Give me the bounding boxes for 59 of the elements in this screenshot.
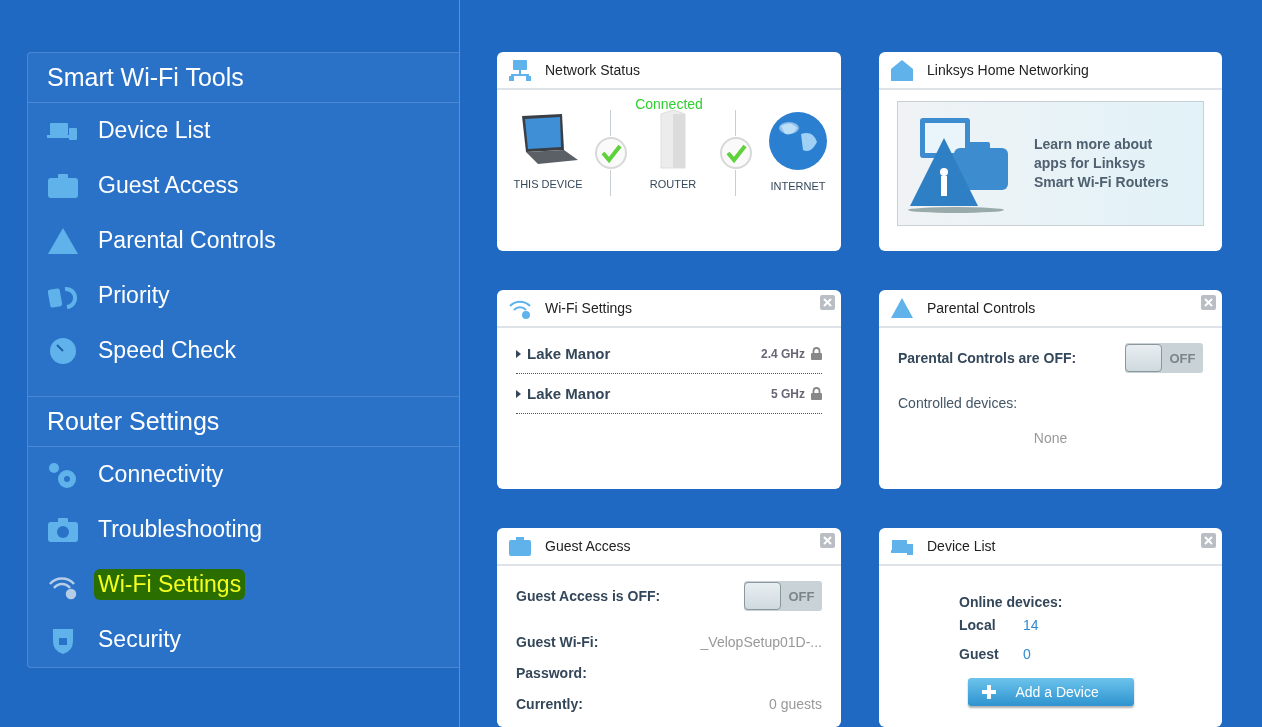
devices-value: None (1033, 430, 1068, 446)
sidebar-item[interactable]: Device List (28, 103, 459, 158)
gauge-icon (47, 335, 79, 366)
widget-title: Guest Access (545, 538, 631, 554)
sidebar-item[interactable]: Speed Check (28, 323, 459, 378)
sidebar-item[interactable]: Troubleshooting (28, 502, 459, 557)
count-value[interactable]: 14 (1023, 616, 1039, 633)
widget-title: Linksys Home Networking (927, 62, 1089, 78)
network-name: Lake Manor (527, 385, 612, 402)
close-button[interactable] (1201, 533, 1216, 548)
close-button[interactable] (820, 533, 835, 548)
toggle-switch[interactable]: OFF (1125, 343, 1203, 373)
widget-title: Wi-Fi Settings (545, 300, 633, 316)
widget-title: Network Status (545, 62, 640, 78)
status-label: Parental Controls are OFF: (898, 350, 1077, 366)
status-label: Guest Access is OFF: (516, 588, 661, 604)
status-text: Connected (634, 96, 704, 112)
field-label: Currently: (516, 695, 583, 712)
count-label: Guest (959, 645, 1000, 662)
network-icon (509, 59, 531, 81)
sidebar-item[interactable]: Priority (28, 268, 459, 323)
router-icon (658, 110, 688, 170)
sidebar-item[interactable]: Connectivity (28, 447, 459, 502)
sidebar-item[interactable]: Guest Access (28, 158, 459, 213)
node-label: INTERNET (770, 180, 826, 192)
section-title: Smart Wi-Fi Tools (28, 53, 459, 103)
field-label: Password: (516, 664, 587, 681)
globe-icon (767, 110, 829, 172)
node-label: THIS DEVICE (513, 178, 583, 190)
toggle-switch[interactable]: OFF (744, 581, 822, 611)
sidebar-item[interactable]: Parental Controls (28, 213, 459, 268)
promo-text: Learn more about apps for Linksys Smart Wi-Fi Routers (1034, 135, 1169, 192)
count-label: Local (959, 616, 997, 633)
widget-title: Parental Controls (927, 300, 1036, 316)
band-label: 2.4 GHz (761, 346, 805, 361)
network-name: Lake Manor (527, 345, 612, 362)
sidebar-item[interactable]: Security (28, 612, 459, 667)
devices-label: Controlled devices: (898, 395, 1018, 411)
close-button[interactable] (1201, 295, 1216, 310)
band-label: 5 GHz (771, 386, 805, 401)
warning-triangle-icon (891, 297, 913, 319)
sidebar-item[interactable]: Wi-Fi Settings (28, 557, 459, 612)
node-label: ROUTER (649, 178, 697, 190)
widget-title: Device List (927, 538, 996, 554)
field-value: 0 guests (769, 695, 822, 712)
section-title: Router Settings (28, 396, 459, 447)
suitcase-icon (509, 535, 531, 557)
add-device-button[interactable]: Add a Device (967, 678, 1134, 706)
caret-icon (516, 349, 521, 358)
field-label: Guest Wi-Fi: (516, 633, 599, 650)
count-value[interactable]: 0 (1023, 645, 1031, 662)
close-button[interactable] (820, 295, 835, 310)
field-value: _VelopSetup01D-... (700, 633, 822, 650)
network-item[interactable]: Lake Manor 2.4 GHz (516, 334, 822, 374)
network-item[interactable]: Lake Manor 5 GHz (516, 374, 822, 414)
promo-banner[interactable]: Learn more about apps for Linksys Smart Wi-Fi Routers (897, 101, 1204, 226)
online-heading: Online devices: (959, 594, 1063, 610)
plus-icon (981, 685, 996, 699)
caret-icon (516, 389, 521, 398)
